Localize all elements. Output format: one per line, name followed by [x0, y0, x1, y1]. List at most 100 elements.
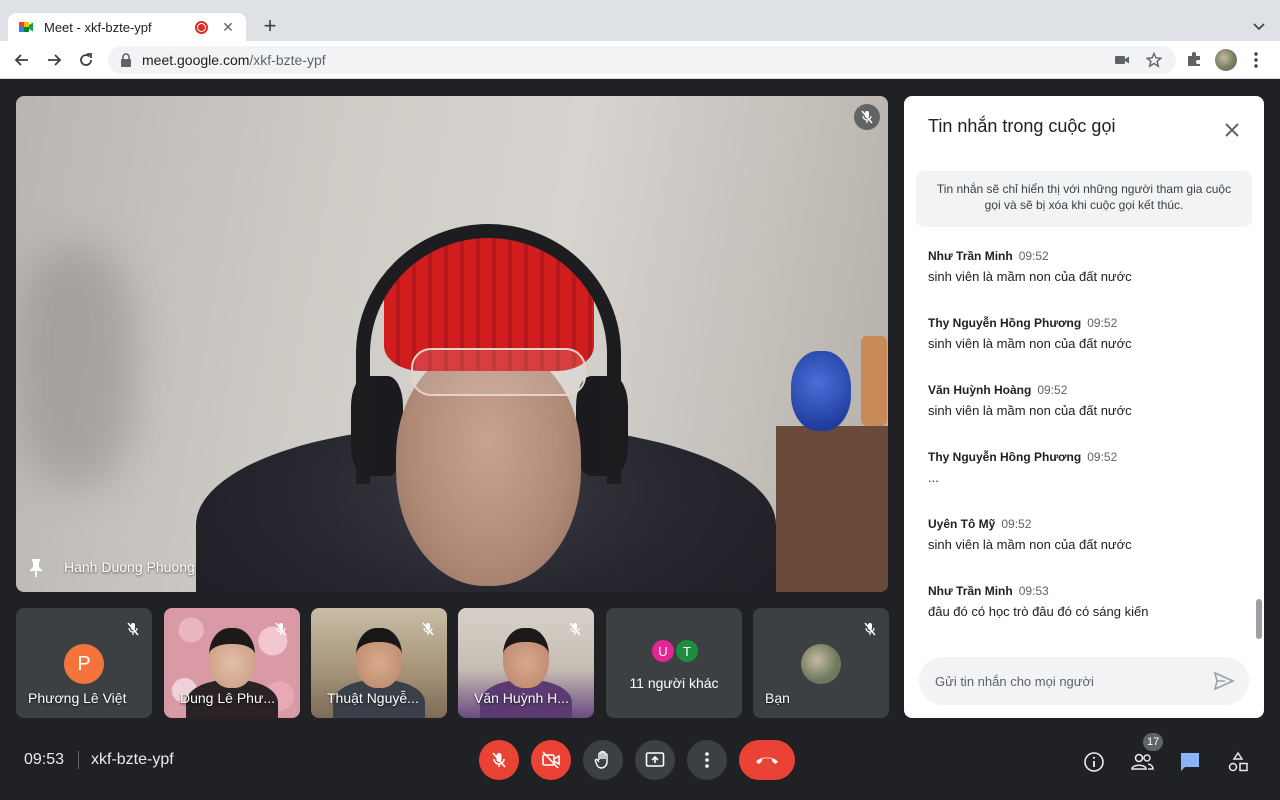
extensions-puzzle-icon[interactable] — [1185, 50, 1203, 68]
participants-button[interactable] — [1130, 750, 1154, 774]
close-icon — [1225, 123, 1239, 137]
chat-message: Uyên Tô Mỹ 09:52 sinh viên là mầm non của… — [928, 517, 1248, 552]
chat-scrollbar[interactable] — [1256, 599, 1262, 639]
avatar: P — [64, 644, 104, 684]
lock-icon[interactable] — [120, 53, 132, 67]
reload-icon — [80, 53, 92, 66]
reload-button[interactable] — [76, 50, 96, 70]
participant-video-face — [503, 628, 549, 688]
others-avatars: U T — [650, 638, 700, 664]
participants-count-badge: 17 — [1143, 733, 1164, 751]
pin-icon[interactable] — [28, 558, 44, 578]
shapes-icon — [1228, 751, 1248, 772]
chat-notice: Tin nhắn sẽ chỉ hiển thị với những người… — [916, 171, 1252, 227]
tab-search-chevron-icon[interactable] — [1252, 19, 1266, 33]
chat-icon — [1181, 753, 1199, 771]
leave-call-button[interactable] — [739, 740, 795, 780]
main-video-tile[interactable]: Hanh Duong Phuong — [16, 96, 888, 592]
message-sender: Văn Huỳnh Hoàng — [928, 383, 1032, 397]
hang-up-icon — [756, 757, 778, 764]
hand-icon — [594, 750, 608, 769]
chat-input-box[interactable] — [919, 657, 1249, 705]
message-sender: Uyên Tô Mỹ — [928, 517, 996, 531]
meeting-code: xkf-bzte-ypf — [91, 751, 174, 768]
close-button[interactable] — [1220, 118, 1244, 142]
self-tile[interactable]: Bạn — [753, 608, 889, 718]
participant-name: Bạn — [765, 690, 790, 706]
message-text: sinh viên là mầm non của đất nước — [928, 403, 1132, 418]
more-options-button[interactable] — [687, 740, 727, 780]
message-time: 09:52 — [1001, 517, 1032, 531]
participant-name: Dung Lê Phư... — [180, 690, 275, 706]
message-sender: Như Trần Minh — [928, 584, 1013, 598]
bookmark-star-icon[interactable] — [1146, 52, 1162, 68]
call-controls-bar: 09:53 xkf-bzte-ypf 17 — [0, 718, 1280, 800]
forward-arrow-icon — [48, 54, 62, 66]
browser-toolbar: meet.google.com/xkf-bzte-ypf — [0, 41, 1280, 79]
background-bottle — [861, 336, 887, 426]
raise-hand-button[interactable] — [583, 740, 623, 780]
chat-title: Tin nhắn trong cuộc gọi — [928, 116, 1116, 136]
message-time: 09:52 — [1087, 450, 1118, 464]
speaker-glasses — [411, 348, 586, 396]
message-time: 09:53 — [1018, 584, 1049, 598]
chat-message: Như Trần Minh 09:53 đâu đó có học trò đâu… — [928, 584, 1248, 619]
mic-toggle-button[interactable] — [479, 740, 519, 780]
participant-tile[interactable]: P Phương Lê Việt — [16, 608, 152, 718]
profile-avatar[interactable] — [1215, 49, 1237, 71]
message-time: 09:52 — [1037, 383, 1068, 397]
mic-off-icon — [492, 752, 506, 768]
participant-tile[interactable]: Dung Lê Phư... — [164, 608, 300, 718]
meet-favicon-icon — [19, 22, 33, 32]
tab-meet[interactable]: Meet - xkf-bzte-ypf ✕ — [8, 13, 246, 41]
participant-tile[interactable]: Thuật Nguyễ... — [311, 608, 447, 718]
present-icon — [645, 752, 665, 767]
mic-off-icon — [122, 618, 144, 640]
camera-toggle-button[interactable] — [531, 740, 571, 780]
message-time: 09:52 — [1018, 249, 1049, 263]
mic-off-icon — [564, 618, 586, 640]
forward-button[interactable] — [44, 50, 64, 70]
message-text: sinh viên là mầm non của đất nước — [928, 336, 1132, 351]
other-participants-tile[interactable]: U T 11 người khác — [606, 608, 742, 718]
participant-name: Phương Lê Việt — [28, 690, 127, 706]
chat-message: Văn Huỳnh Hoàng 09:52 sinh viên là mầm no… — [928, 383, 1248, 418]
message-text: đâu đó có học trò đâu đó có sáng kiến — [928, 604, 1149, 619]
meet-app: Hanh Duong Phuong P Phương Lê Việt Dung … — [0, 80, 1280, 800]
address-bar[interactable]: meet.google.com/xkf-bzte-ypf — [108, 46, 1176, 74]
participant-video-face — [356, 628, 402, 688]
participant-video-face — [209, 628, 255, 688]
new-tab-button[interactable]: + — [258, 15, 282, 39]
call-time: 09:53 — [24, 751, 65, 768]
recording-indicator-icon — [195, 20, 208, 34]
present-screen-button[interactable] — [635, 740, 675, 780]
camera-off-icon — [542, 751, 560, 769]
info-icon — [1084, 752, 1104, 772]
chat-message: Thy Nguyễn Hồng Phương 09:52 sinh viên là… — [928, 316, 1248, 351]
participant-name: Văn Huỳnh H... — [474, 690, 569, 706]
browser-menu-icon[interactable] — [1254, 51, 1258, 69]
avatar — [801, 644, 841, 684]
camera-in-use-icon[interactable] — [1114, 52, 1130, 68]
background-shelf — [776, 426, 888, 592]
back-button[interactable] — [12, 50, 32, 70]
people-icon — [1131, 753, 1154, 770]
chat-message-input[interactable] — [935, 673, 1195, 689]
message-sender: Thy Nguyễn Hồng Phương — [928, 316, 1082, 330]
mic-off-icon — [417, 618, 439, 640]
send-icon[interactable] — [1213, 670, 1235, 692]
chat-button[interactable] — [1178, 750, 1202, 774]
message-text: sinh viên là mầm non của đất nước — [928, 537, 1132, 552]
tab-strip: Meet - xkf-bzte-ypf ✕ + — [0, 13, 1280, 41]
background-toy — [791, 351, 851, 431]
message-text: sinh viên là mầm non của đất nước — [928, 269, 1132, 284]
message-time: 09:52 — [1087, 316, 1118, 330]
chat-panel: Tin nhắn trong cuộc gọi Tin nhắn sẽ chỉ … — [904, 96, 1264, 718]
meeting-details-button[interactable] — [1082, 750, 1106, 774]
tab-title: Meet - xkf-bzte-ypf — [44, 19, 152, 35]
activities-button[interactable] — [1226, 750, 1250, 774]
tab-close-icon[interactable]: ✕ — [220, 19, 236, 36]
message-sender: Như Trần Minh — [928, 249, 1013, 263]
participant-tile[interactable]: Văn Huỳnh H... — [458, 608, 594, 718]
url-path: /xkf-bzte-ypf — [249, 52, 326, 68]
